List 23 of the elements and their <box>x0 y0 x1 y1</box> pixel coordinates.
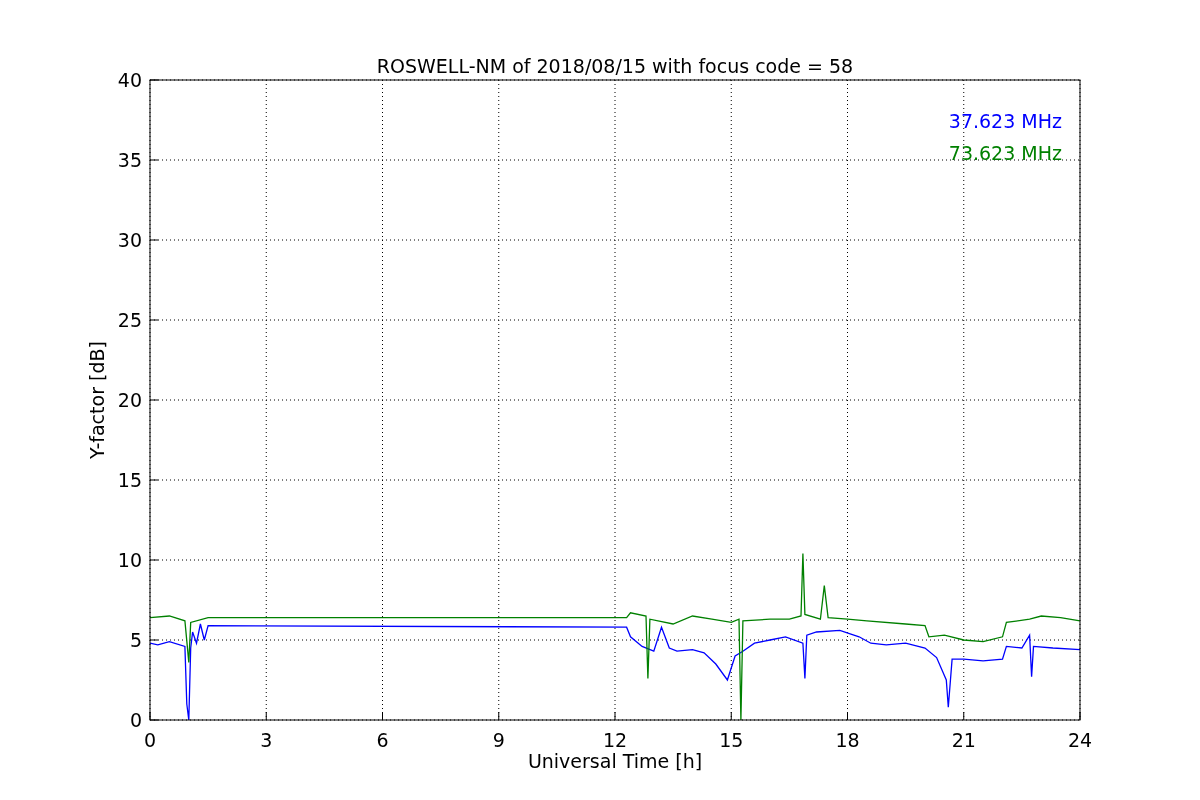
x-axis-label: Universal Time [h] <box>527 750 703 772</box>
x-tick-label: 12 <box>602 729 628 751</box>
y-tick-label: 5 <box>129 629 142 651</box>
legend-label: 73.623 MHz <box>948 142 1062 164</box>
y-tick-label: 20 <box>117 389 142 411</box>
x-tick-label: 0 <box>143 729 157 751</box>
x-tick-label: 3 <box>260 729 273 751</box>
y-tick-label: 10 <box>117 549 142 571</box>
y-tick-label: 35 <box>117 149 142 171</box>
x-tick-label: 15 <box>719 729 744 751</box>
chart-title: ROSWELL-NM of 2018/08/15 with focus code = 58 <box>376 55 854 77</box>
y-tick-label: 15 <box>117 469 142 491</box>
x-tick-label: 9 <box>492 729 505 751</box>
x-tick-label: 18 <box>835 729 860 751</box>
y-tick-label: 40 <box>117 69 142 91</box>
y-tick-label: 30 <box>117 229 142 251</box>
y-tick-label: 0 <box>129 709 142 731</box>
x-tick-label: 6 <box>376 729 389 751</box>
legend-label: 37.623 MHz <box>948 110 1062 132</box>
y-axis-label: Y-factor [dB] <box>86 341 108 459</box>
x-tick-label: 24 <box>1067 729 1093 751</box>
y-tick-label: 25 <box>117 309 142 331</box>
x-tick-label: 21 <box>951 729 976 751</box>
